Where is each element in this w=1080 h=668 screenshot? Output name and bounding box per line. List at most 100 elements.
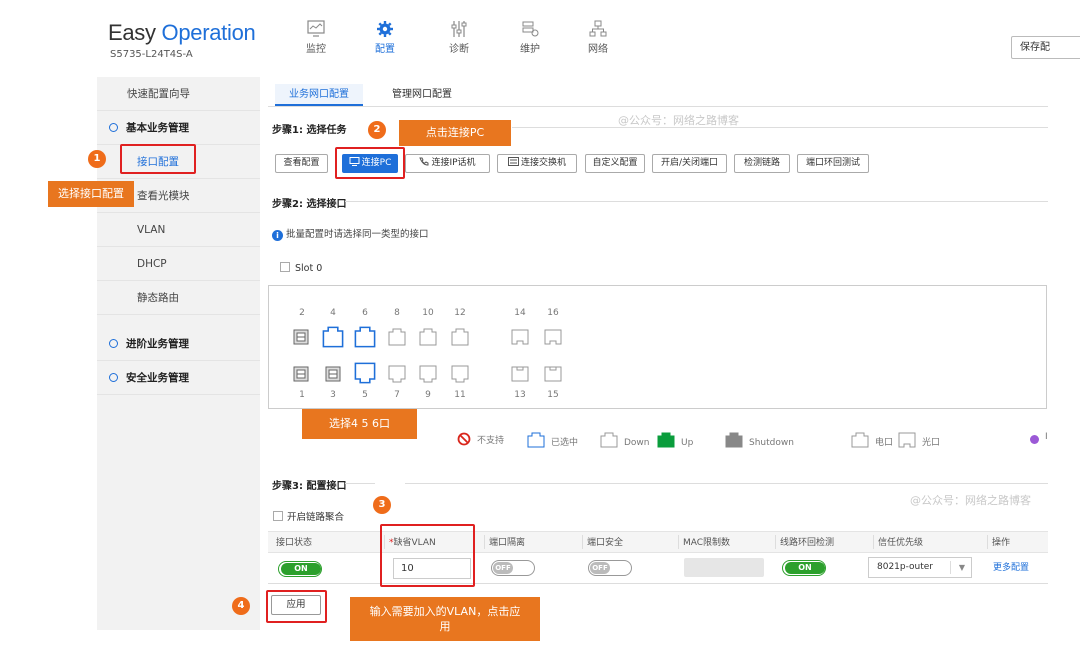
- sidebar-group-label: 进阶业务管理: [126, 338, 189, 350]
- port-11[interactable]: [450, 364, 470, 384]
- nav-diagnose[interactable]: 诊断: [439, 20, 479, 55]
- step1-title: 步骤1: 选择任务: [272, 125, 347, 136]
- port-status-toggle[interactable]: ON: [278, 561, 322, 577]
- step2-title: 步骤2: 选择接口: [272, 199, 347, 210]
- port-7[interactable]: [387, 364, 407, 384]
- port-isolate-toggle[interactable]: OFF: [491, 560, 535, 576]
- link-agg-checkbox[interactable]: [273, 511, 283, 521]
- port-15-optical[interactable]: [543, 364, 563, 384]
- link-agg-checkbox-row[interactable]: 开启链路聚合: [273, 509, 344, 523]
- sidebar-item-static-route[interactable]: 静态路由: [97, 281, 260, 315]
- sidebar-group-advanced[interactable]: 进阶业务管理: [97, 327, 260, 361]
- port-number: 7: [394, 390, 400, 400]
- check-link-button[interactable]: 检测链路: [734, 154, 790, 173]
- sidebar-item-dhcp[interactable]: DHCP: [97, 247, 260, 281]
- nav-monitor[interactable]: 监控: [296, 20, 336, 55]
- toggle-port-button[interactable]: 开启/关闭端口: [652, 154, 727, 173]
- legend-label: 不支持: [477, 436, 505, 446]
- legend-label: 光口: [922, 438, 941, 448]
- port-16-optical[interactable]: [543, 327, 563, 347]
- view-config-button[interactable]: 查看配置: [275, 154, 328, 173]
- port-number: 5: [362, 390, 368, 400]
- connect-pc-button[interactable]: 连接PC: [342, 154, 398, 173]
- connect-ip-phone-button[interactable]: 连接IP话机: [405, 154, 490, 173]
- port-up-icon: [657, 432, 675, 448]
- nav-diagnose-label: 诊断: [449, 44, 469, 55]
- port-security-toggle[interactable]: OFF: [588, 560, 632, 576]
- port-6-selected[interactable]: [353, 325, 377, 349]
- port-number: 11: [454, 390, 466, 400]
- slot-checkbox-row[interactable]: Slot 0: [280, 262, 322, 274]
- step-badge-4: 4: [232, 597, 250, 615]
- chevron-down-icon: ▼: [958, 563, 965, 572]
- sidebar-group-label: 基本业务管理: [126, 122, 189, 134]
- default-vlan-input[interactable]: [393, 558, 471, 579]
- tab-service-port[interactable]: 业务网口配置: [275, 84, 363, 106]
- collapse-icon: [109, 123, 118, 132]
- legend-unsupported: 不支持: [457, 432, 504, 446]
- port-8[interactable]: [387, 327, 407, 347]
- port-number: 10: [422, 308, 434, 318]
- sidebar-group-security[interactable]: 安全业务管理: [97, 361, 260, 395]
- nav-maintain-label: 维护: [520, 44, 540, 55]
- more-config-link[interactable]: 更多配置: [993, 560, 1029, 573]
- nav-network[interactable]: 网络: [578, 20, 618, 55]
- watermark-2: @公众号：网络之路博客: [910, 494, 1031, 507]
- save-config-button[interactable]: 保存配: [1011, 36, 1080, 59]
- mac-limit-field[interactable]: [684, 558, 764, 577]
- sidebar-item-interface-config[interactable]: 接口配置: [97, 145, 260, 179]
- port-number: 15: [547, 390, 559, 400]
- step-badge-2: 2: [368, 121, 386, 139]
- header-operation: 操作: [992, 538, 1011, 548]
- port-1-unsupported[interactable]: [292, 364, 312, 384]
- port-2-unsupported[interactable]: [292, 327, 312, 347]
- legend-optical: 光口: [898, 432, 941, 448]
- connect-ip-phone-label: 连接IP话机: [431, 158, 476, 168]
- loopback-test-button[interactable]: 端口环回测试: [797, 154, 869, 173]
- note-click-connect-pc: 点击连接PC: [399, 120, 511, 146]
- step1-divider: [512, 127, 1048, 128]
- note-input-vlan: 输入需要加入的VLAN，点击应用: [350, 597, 540, 641]
- header-loop-detect: 线路环回检测: [780, 538, 835, 548]
- sidebar-item-vlan[interactable]: VLAN: [97, 213, 260, 247]
- port-5-selected[interactable]: [353, 361, 377, 385]
- port-12[interactable]: [450, 327, 470, 347]
- select-divider: [950, 561, 951, 574]
- slot-checkbox[interactable]: [280, 262, 290, 272]
- trust-priority-select[interactable]: 8021p-outer ▼: [868, 557, 972, 578]
- nav-maintain[interactable]: 维护: [510, 20, 550, 55]
- nav-config[interactable]: 配置: [365, 20, 405, 55]
- row-divider: [268, 583, 1048, 584]
- tab-mgmt-port[interactable]: 管理网口配置: [378, 84, 466, 106]
- pc-icon: [349, 157, 360, 166]
- optical-port-icon: [898, 432, 916, 448]
- network-icon: [589, 20, 607, 37]
- custom-config-button[interactable]: 自定义配置: [585, 154, 645, 173]
- port-number: 8: [394, 308, 400, 318]
- device-model: S5735-L24T4S-A: [110, 49, 193, 60]
- port-14-optical[interactable]: [510, 327, 530, 347]
- port-13-optical[interactable]: [510, 364, 530, 384]
- step2-divider: [345, 201, 1048, 202]
- col-sep: [384, 535, 385, 549]
- port-panel: [268, 285, 1047, 409]
- legend-more-dot: [1030, 435, 1039, 444]
- port-3-unsupported[interactable]: [324, 364, 344, 384]
- port-number: 2: [299, 308, 305, 318]
- port-9[interactable]: [418, 364, 438, 384]
- sidebar-group-basic[interactable]: 基本业务管理: [97, 111, 260, 145]
- batch-hint-text: 批量配置时请选择同一类型的接口: [286, 229, 429, 240]
- connect-switch-button[interactable]: 连接交换机: [497, 154, 577, 173]
- legend-shutdown: Shutdown: [725, 432, 794, 448]
- sidebar-item-label: VLAN: [137, 224, 166, 236]
- port-4-selected[interactable]: [321, 325, 345, 349]
- apply-button[interactable]: 应用: [271, 595, 321, 615]
- port-number: 12: [454, 308, 466, 318]
- batch-hint: i 批量配置时请选择同一类型的接口: [272, 226, 429, 241]
- loop-detect-toggle[interactable]: ON: [782, 560, 826, 576]
- nav-network-label: 网络: [588, 44, 608, 55]
- maintenance-icon: [522, 21, 539, 37]
- sidebar-item-quick-wizard[interactable]: 快速配置向导: [97, 77, 260, 111]
- port-10[interactable]: [418, 327, 438, 347]
- sidebar-item-label: 接口配置: [137, 156, 179, 168]
